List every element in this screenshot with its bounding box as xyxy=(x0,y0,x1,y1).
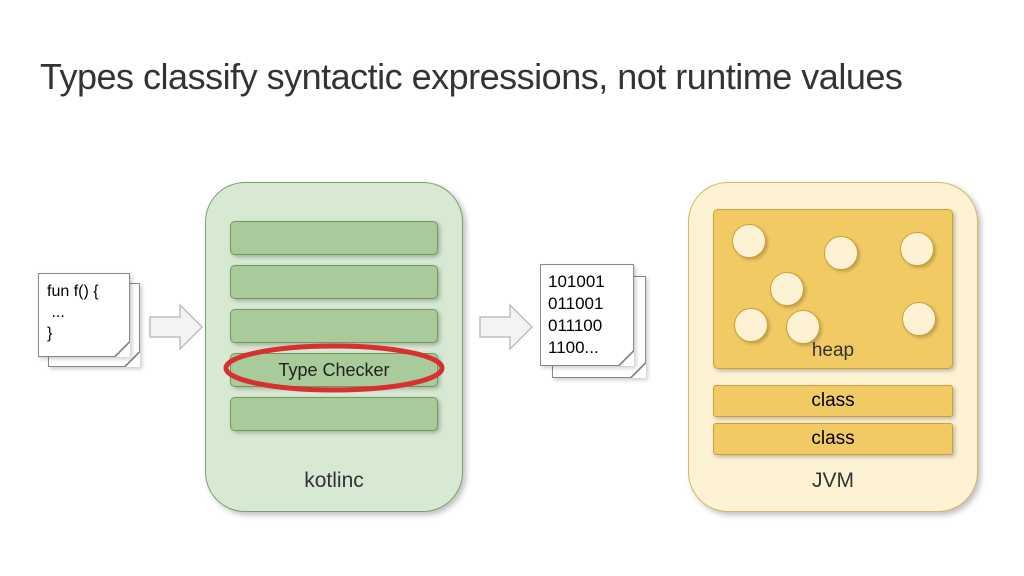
compiler-phase-typechecker: Type Checker xyxy=(230,353,438,387)
bytecode-line: 1100... xyxy=(548,337,626,359)
compiler-phase xyxy=(230,221,438,255)
compiler-phase xyxy=(230,265,438,299)
heap-object xyxy=(786,310,820,344)
heap-object xyxy=(734,308,768,342)
bytecode-file-front: 101001 011001 011100 1100... xyxy=(540,264,634,366)
source-line: fun f() { xyxy=(47,282,121,303)
heap-object xyxy=(900,232,934,266)
heap-label: heap xyxy=(714,340,952,362)
jvm-box: heap class class JVM xyxy=(688,182,978,512)
class-entry: class xyxy=(713,423,953,455)
heap-object xyxy=(732,224,766,258)
bytecode-line: 101001 xyxy=(548,271,626,293)
source-file-front: fun f() { ... } xyxy=(38,273,130,357)
heap-object xyxy=(770,272,804,306)
heap-object xyxy=(824,236,858,270)
slide-title: Types classify syntactic expressions, no… xyxy=(40,56,984,98)
source-file-stack: fun f() { ... } xyxy=(38,273,142,369)
compiler-label: kotlinc xyxy=(206,469,462,493)
heap-object xyxy=(902,302,936,336)
source-line: } xyxy=(47,324,121,345)
compiler-phase xyxy=(230,309,438,343)
compiler-phase xyxy=(230,397,438,431)
bytecode-line: 011001 xyxy=(548,293,626,315)
compiler-box: Type Checker kotlinc xyxy=(205,182,463,512)
arrow-icon xyxy=(148,302,204,352)
bytecode-file-stack: 101001 011001 011100 1100... xyxy=(540,264,650,380)
jvm-label: JVM xyxy=(689,469,977,493)
bytecode-line: 011100 xyxy=(548,315,626,337)
heap-box: heap xyxy=(713,209,953,369)
compiler-phases: Type Checker xyxy=(230,221,438,431)
arrow-icon xyxy=(478,302,534,352)
class-entry: class xyxy=(713,385,953,417)
source-line: ... xyxy=(47,303,121,324)
